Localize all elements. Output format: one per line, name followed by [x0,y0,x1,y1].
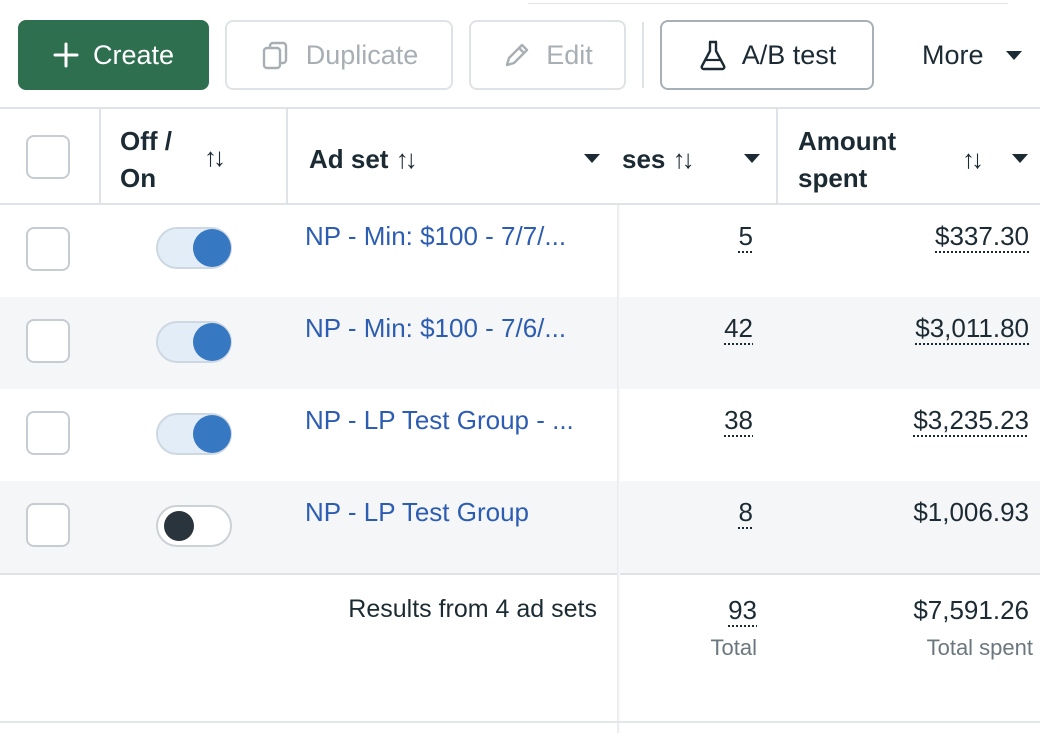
amount-total-caption: Total spent [926,635,1033,660]
column-divider [286,109,288,205]
ab-test-button[interactable]: A/B test [660,20,874,90]
flask-icon [700,40,726,71]
on-off-toggle[interactable] [156,227,232,269]
results-total-caption: Total [710,635,757,660]
select-all-checkbox[interactable] [26,135,70,179]
sort-icon[interactable]: ↑↓ [673,144,695,174]
caret-down-icon [1005,50,1022,60]
sort-icon[interactable]: ↑↓ [962,141,984,178]
on-off-toggle[interactable] [156,321,232,363]
table-row: NP - LP Test Group 8 $1,006.93 [0,481,1040,573]
results-header[interactable]: ses ↑↓ [622,141,695,178]
amount-header-line2: spent [798,163,868,193]
toolbar: Create Duplicate Edit A/B test More [0,0,1040,108]
ad-sets-table: Off / On ↑↓ Ad set ↑↓ ses ↑↓ Amount spen… [0,107,1040,740]
on-off-toggle[interactable] [156,413,232,455]
amount-spent-value: $1,006.93 [913,497,1029,527]
amount-header-line1: Amount [798,126,897,156]
amount-total: $7,591.26 [913,595,1029,625]
column-divider [99,109,101,205]
sort-icon[interactable]: ↑↓ [396,144,418,174]
off-on-header-line2: On [120,163,157,193]
row-checkbox[interactable] [26,227,70,271]
toolbar-separator [642,22,644,88]
table-bottom-border [0,721,1040,723]
chevron-down-icon[interactable] [584,154,600,163]
row-checkbox[interactable] [26,319,70,363]
amount-spent-value[interactable]: $3,235.23 [913,405,1029,436]
on-off-toggle[interactable] [156,505,232,547]
amount-spent-value[interactable]: $337.30 [935,221,1029,252]
summary-label: Results from 4 ad sets [348,595,597,623]
ad-set-link[interactable]: NP - Min: $100 - 7/6/... [305,313,597,344]
ad-set-header[interactable]: Ad set ↑↓ [309,141,418,178]
toggle-knob [193,415,231,453]
chevron-down-icon[interactable] [744,154,760,163]
more-menu[interactable]: More [922,20,1022,90]
frozen-column-shadow [617,205,620,733]
row-checkbox[interactable] [26,411,70,455]
column-divider [776,109,778,205]
results-value[interactable]: 8 [739,497,753,528]
pencil-icon [506,43,529,67]
chevron-down-icon[interactable] [1012,154,1028,163]
edit-button[interactable]: Edit [469,20,626,90]
ad-set-link[interactable]: NP - LP Test Group - ... [305,405,597,436]
amount-spent-header[interactable]: Amount spent [798,123,896,197]
table-row: NP - LP Test Group - ... 38 $3,235.23 [0,389,1040,481]
table-row: NP - Min: $100 - 7/7/... 5 $337.30 [0,205,1040,297]
results-value[interactable]: 42 [724,313,753,344]
off-on-header[interactable]: Off / On [120,123,172,197]
top-divider [528,0,1008,4]
summary-row: Results from 4 ad sets 93 Total $7,591.2… [0,573,1040,721]
duplicate-label: Duplicate [305,39,419,70]
toggle-knob [164,511,194,541]
create-button[interactable]: Create [18,20,209,90]
row-checkbox[interactable] [26,503,70,547]
amount-spent-value[interactable]: $3,011.80 [915,313,1029,344]
ab-test-label: A/B test [741,39,837,70]
ad-set-header-label: Ad set [309,144,389,174]
table-row: NP - Min: $100 - 7/6/... 42 $3,011.80 [0,297,1040,389]
plus-icon [53,42,79,68]
create-label: Create [92,39,175,70]
results-total[interactable]: 93 [728,595,757,626]
toggle-knob [193,229,231,267]
more-label: More [922,39,984,70]
table-header: Off / On ↑↓ Ad set ↑↓ ses ↑↓ Amount spen… [0,107,1040,205]
edit-label: Edit [546,39,593,70]
toggle-knob [193,323,231,361]
duplicate-button[interactable]: Duplicate [225,20,453,90]
results-value[interactable]: 38 [724,405,753,436]
sort-icon[interactable]: ↑↓ [204,139,226,176]
results-value[interactable]: 5 [739,221,753,252]
off-on-header-line1: Off / [120,126,172,156]
duplicate-icon [262,41,287,70]
ad-set-link[interactable]: NP - Min: $100 - 7/7/... [305,221,597,252]
ad-set-link[interactable]: NP - LP Test Group [305,497,597,528]
results-header-label: ses [622,144,666,174]
